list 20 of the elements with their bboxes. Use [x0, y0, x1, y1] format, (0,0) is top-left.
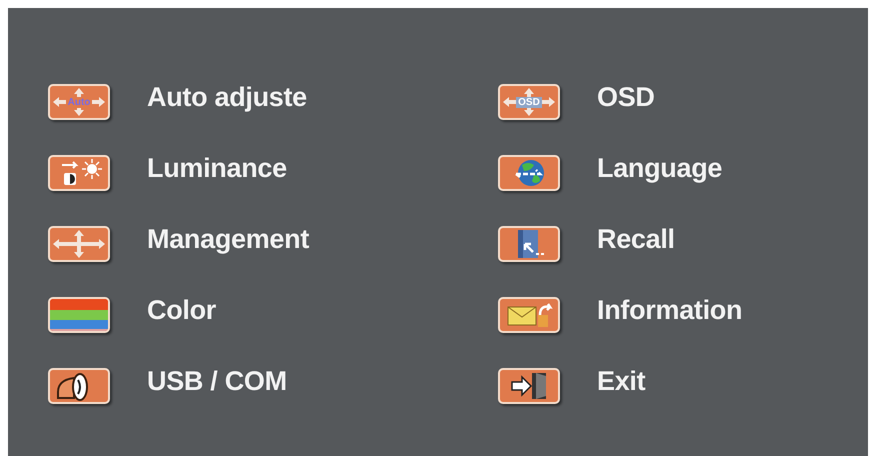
globe-icon	[498, 155, 560, 191]
icon-label: OSD	[516, 96, 542, 108]
menu-item-label[interactable]: Color	[147, 295, 216, 326]
menu-item-label[interactable]: Recall	[597, 224, 675, 255]
menu-item-label[interactable]: Language	[597, 153, 722, 184]
recall-icon	[498, 226, 560, 262]
menu-item-label[interactable]: Exit	[597, 366, 646, 397]
move-arrows-icon	[48, 226, 110, 262]
envelope-icon	[498, 297, 560, 333]
color-bars-icon	[48, 297, 110, 333]
menu-item-label[interactable]: Management	[147, 224, 310, 255]
menu-item-label[interactable]: OSD	[597, 82, 655, 113]
menu-item-label[interactable]: Information	[597, 295, 742, 326]
exit-door-icon	[498, 368, 560, 404]
brightness-icon	[48, 155, 110, 191]
icon-label: Auto	[66, 96, 92, 108]
speaker-icon	[48, 368, 110, 404]
menu-item-label[interactable]: USB / COM	[147, 366, 287, 397]
menu-item-label[interactable]: Auto adjuste	[147, 82, 307, 113]
menu-item-label[interactable]: Luminance	[147, 153, 287, 184]
